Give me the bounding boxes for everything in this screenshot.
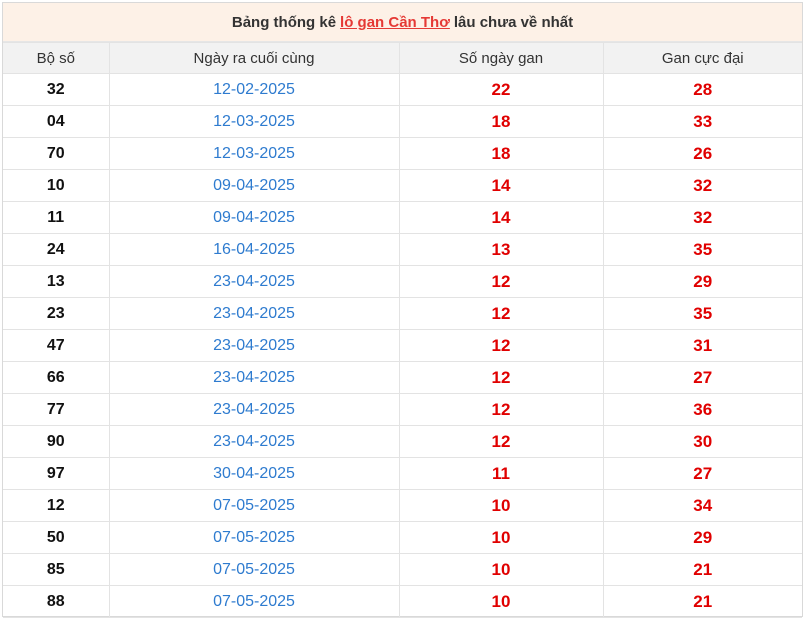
cell-gan-cuc-dai: 29 [602,521,802,554]
cell-gan-cuc-dai: 32 [602,201,802,234]
cell-gan-cuc-dai: 35 [602,297,802,330]
cell-so-ngay-gan: 14 [398,201,604,234]
header-so-ngay-gan: Số ngày gan [398,42,604,74]
header-ngay-ra-cuoi-cung: Ngày ra cuối cùng [108,42,400,74]
cell-ngay-ra-cuoi-cung: 23-04-2025 [108,297,400,330]
cell-ngay-ra-cuoi-cung: 12-02-2025 [108,73,400,106]
cell-so-ngay-gan: 12 [398,265,604,298]
cell-so-ngay-gan: 10 [398,585,604,618]
cell-gan-cuc-dai: 26 [602,137,802,170]
cell-so-ngay-gan: 11 [398,457,604,490]
cell-ngay-ra-cuoi-cung: 07-05-2025 [108,585,400,618]
cell-bo-so: 32 [3,73,110,106]
cell-bo-so: 23 [3,297,110,330]
table-row: 13 23-04-2025 12 29 [3,265,802,298]
table-row: 23 23-04-2025 12 35 [3,297,802,330]
cell-gan-cuc-dai: 21 [602,553,802,586]
table-row: 77 23-04-2025 12 36 [3,393,802,426]
table-row: 24 16-04-2025 13 35 [3,233,802,266]
cell-so-ngay-gan: 14 [398,169,604,202]
title-suffix: lâu chưa về nhất [453,13,574,31]
cell-bo-so: 47 [3,329,110,362]
cell-gan-cuc-dai: 27 [602,457,802,490]
cell-gan-cuc-dai: 32 [602,169,802,202]
cell-ngay-ra-cuoi-cung: 07-05-2025 [108,489,400,522]
cell-gan-cuc-dai: 34 [602,489,802,522]
table-row: 12 07-05-2025 10 34 [3,489,802,522]
table-row: 66 23-04-2025 12 27 [3,361,802,394]
cell-bo-so: 11 [3,201,110,234]
cell-ngay-ra-cuoi-cung: 23-04-2025 [108,265,400,298]
cell-bo-so: 10 [3,169,110,202]
cell-gan-cuc-dai: 33 [602,105,802,138]
cell-bo-so: 50 [3,521,110,554]
cell-bo-so: 77 [3,393,110,426]
cell-gan-cuc-dai: 21 [602,585,802,618]
cell-so-ngay-gan: 10 [398,489,604,522]
header-gan-cuc-dai: Gan cực đại [602,42,802,74]
cell-ngay-ra-cuoi-cung: 23-04-2025 [108,393,400,426]
table-row: 47 23-04-2025 12 31 [3,329,802,362]
cell-so-ngay-gan: 13 [398,233,604,266]
cell-so-ngay-gan: 12 [398,329,604,362]
cell-ngay-ra-cuoi-cung: 23-04-2025 [108,361,400,394]
lo-gan-table-panel: Bảng thống kê lô gan Cần Thơ lâu chưa về… [2,2,803,618]
cell-so-ngay-gan: 22 [398,73,604,106]
cell-bo-so: 70 [3,137,110,170]
title-link-lo-gan-can-tho[interactable]: lô gan Cần Thơ [340,14,450,31]
header-bo-so: Bộ số [3,42,110,74]
table-row: 90 23-04-2025 12 30 [3,425,802,458]
cell-gan-cuc-dai: 30 [602,425,802,458]
table-row: 97 30-04-2025 11 27 [3,457,802,490]
cell-ngay-ra-cuoi-cung: 12-03-2025 [108,105,400,138]
cell-bo-so: 24 [3,233,110,266]
table-title: Bảng thống kê lô gan Cần Thơ lâu chưa về… [3,3,802,42]
cell-gan-cuc-dai: 35 [602,233,802,266]
cell-so-ngay-gan: 12 [398,297,604,330]
cell-gan-cuc-dai: 27 [602,361,802,394]
cell-ngay-ra-cuoi-cung: 09-04-2025 [108,169,400,202]
table-row: 50 07-05-2025 10 29 [3,521,802,554]
cell-ngay-ra-cuoi-cung: 30-04-2025 [108,457,400,490]
cell-gan-cuc-dai: 29 [602,265,802,298]
cell-bo-so: 90 [3,425,110,458]
cell-bo-so: 12 [3,489,110,522]
cell-bo-so: 66 [3,361,110,394]
cell-ngay-ra-cuoi-cung: 07-05-2025 [108,553,400,586]
cell-bo-so: 04 [3,105,110,138]
cell-so-ngay-gan: 18 [398,137,604,170]
cell-so-ngay-gan: 12 [398,393,604,426]
cell-ngay-ra-cuoi-cung: 16-04-2025 [108,233,400,266]
table-row: 85 07-05-2025 10 21 [3,553,802,586]
cell-ngay-ra-cuoi-cung: 12-03-2025 [108,137,400,170]
table-row: 32 12-02-2025 22 28 [3,73,802,106]
cell-bo-so: 13 [3,265,110,298]
cell-ngay-ra-cuoi-cung: 07-05-2025 [108,521,400,554]
table-row: 70 12-03-2025 18 26 [3,137,802,170]
cell-gan-cuc-dai: 28 [602,73,802,106]
cell-so-ngay-gan: 12 [398,361,604,394]
table-row: 10 09-04-2025 14 32 [3,169,802,202]
cell-so-ngay-gan: 10 [398,553,604,586]
table-row: 11 09-04-2025 14 32 [3,201,802,234]
cell-ngay-ra-cuoi-cung: 23-04-2025 [108,425,400,458]
cell-so-ngay-gan: 10 [398,521,604,554]
cell-ngay-ra-cuoi-cung: 23-04-2025 [108,329,400,362]
cell-gan-cuc-dai: 36 [602,393,802,426]
cell-bo-so: 88 [3,585,110,618]
table-row: 04 12-03-2025 18 33 [3,105,802,138]
header-row: Bộ số Ngày ra cuối cùng Số ngày gan Gan … [3,42,802,74]
cell-gan-cuc-dai: 31 [602,329,802,362]
cell-bo-so: 97 [3,457,110,490]
cell-bo-so: 85 [3,553,110,586]
cell-so-ngay-gan: 12 [398,425,604,458]
cell-ngay-ra-cuoi-cung: 09-04-2025 [108,201,400,234]
title-prefix: Bảng thống kê [231,13,337,31]
lo-gan-table: Bộ số Ngày ra cuối cùng Số ngày gan Gan … [3,42,802,618]
table-row: 88 07-05-2025 10 21 [3,585,802,618]
cell-so-ngay-gan: 18 [398,105,604,138]
